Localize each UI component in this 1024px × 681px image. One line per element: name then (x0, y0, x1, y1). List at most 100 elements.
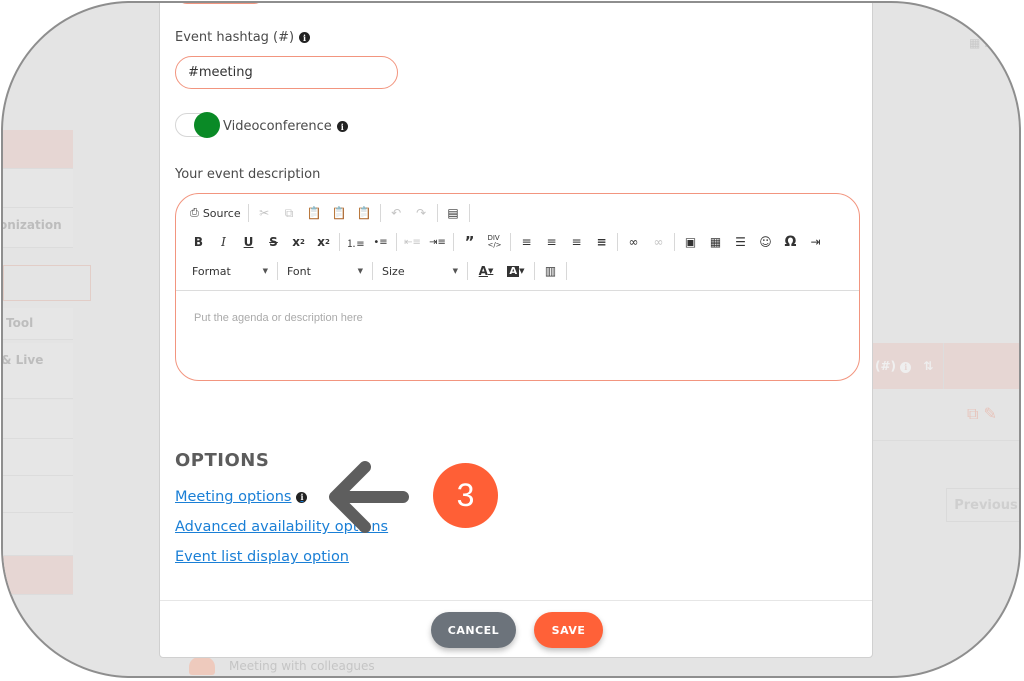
font-label: Font (287, 264, 311, 278)
description-label: Your event description (175, 167, 321, 182)
sidebar-item-tool: Tool (3, 308, 73, 340)
table-header-text: (#) (875, 359, 897, 373)
toolbar-row-3: Format ▼ Font ▼ Size ▼ A ▼ A ▼ ▥ (186, 261, 570, 281)
toolbar-separator (674, 233, 675, 251)
divider (176, 290, 859, 291)
toolbar-separator (396, 233, 397, 251)
copy-icon[interactable]: ⧉ (277, 203, 302, 223)
horizontal-line-icon[interactable]: ☰ (728, 232, 753, 252)
link-icon[interactable]: ∞ (621, 232, 646, 252)
hashtag-label: Event hashtag (#) i (175, 30, 311, 45)
background-sidebar: onization Tool & Live (3, 3, 91, 676)
subscript-icon[interactable]: x2 (286, 232, 311, 252)
italic-icon[interactable]: I (211, 232, 236, 252)
videoconference-toggle[interactable] (175, 112, 220, 138)
paste-word-icon[interactable]: 📋 (352, 203, 377, 223)
event-list-display-link[interactable]: Event list display option (175, 549, 349, 565)
toggle-knob (194, 112, 220, 138)
divider (160, 600, 872, 601)
event-name: Meeting with colleagues (229, 659, 375, 673)
previous-page-button: Previous (946, 488, 1019, 522)
paste-text-icon[interactable]: 📋 (327, 203, 352, 223)
table-icon[interactable]: ▦ (703, 232, 728, 252)
bold-icon[interactable]: B (186, 232, 211, 252)
indent-icon[interactable]: ⇥≡ (425, 232, 450, 252)
screenshot-frame: onization Tool & Live ▦ EN (#) i ⇅ ⧉ ✎ P… (1, 1, 1021, 678)
toolbar-separator (510, 233, 511, 251)
toolbar-separator (436, 204, 438, 222)
blockquote-icon[interactable]: ” (457, 232, 482, 252)
sidebar-item-live: & Live (3, 343, 73, 399)
format-dropdown[interactable]: Format ▼ (186, 265, 274, 278)
sidebar-item-label: onization (3, 218, 62, 232)
page-break-icon[interactable]: ⇥ (803, 232, 828, 252)
numbered-list-icon[interactable]: ⒈≡ (343, 232, 368, 252)
meeting-options-label[interactable]: Meeting options (175, 489, 291, 505)
sidebar-item (3, 169, 73, 208)
meeting-options-link[interactable]: Meeting options i (175, 489, 308, 505)
paste-icon[interactable]: 📋 (302, 203, 327, 223)
toolbar-separator (468, 204, 470, 222)
smiley-icon[interactable]: ☺ (753, 232, 778, 252)
chevron-down-icon: ▼ (357, 267, 363, 275)
background-color-icon[interactable]: A ▼ (501, 261, 531, 281)
unlink-icon[interactable]: ∞ (646, 232, 671, 252)
sidebar-item-organization: onization (3, 208, 73, 248)
align-left-icon[interactable]: ≡ (514, 232, 539, 252)
size-label: Size (382, 264, 405, 278)
previous-field-input[interactable] (176, 3, 265, 4)
outdent-icon[interactable]: ⇤≡ (400, 232, 425, 252)
redo-icon[interactable]: ↷ (409, 203, 434, 223)
arrow-left-icon (329, 461, 409, 533)
description-editor-area[interactable]: Put the agenda or description here (194, 312, 363, 324)
language-label: EN (984, 36, 1001, 50)
source-button[interactable]: ⎙ Source (186, 206, 245, 220)
info-icon[interactable]: i (299, 32, 311, 43)
save-button[interactable]: SAVE (534, 612, 603, 648)
flag-icon: ▦ (969, 36, 981, 50)
underline-icon[interactable]: U (236, 232, 261, 252)
format-label: Format (192, 264, 231, 278)
sidebar-item-active (3, 556, 73, 595)
sidebar-item (3, 439, 73, 476)
align-justify-icon[interactable]: ≡ (589, 232, 614, 252)
superscript-icon[interactable]: x2 (311, 232, 336, 252)
sidebar-item (3, 513, 73, 556)
cancel-button[interactable]: CANCEL (431, 612, 516, 648)
image-icon[interactable]: ▣ (678, 232, 703, 252)
pencil-icon: ✎ (983, 404, 997, 423)
background-event-row: Meeting with colleagues (189, 657, 375, 675)
templates-icon[interactable]: ▤ (441, 203, 466, 223)
align-right-icon[interactable]: ≡ (564, 232, 589, 252)
info-icon[interactable]: i (336, 121, 348, 132)
sidebar-item-active (3, 130, 73, 169)
strikethrough-icon[interactable]: S (261, 232, 286, 252)
size-dropdown[interactable]: Size ▼ (376, 265, 464, 278)
videoconference-label: Videoconference i (223, 119, 348, 134)
font-dropdown[interactable]: Font ▼ (281, 265, 369, 278)
text-color-icon[interactable]: A ▼ (471, 261, 501, 281)
background-input (3, 265, 91, 301)
source-label: Source (202, 206, 241, 220)
div-container-icon[interactable]: DIV </> (482, 232, 507, 252)
toolbar-separator (453, 233, 454, 251)
toolbar-separator (534, 262, 535, 280)
chevron-down-icon: ▼ (262, 267, 268, 275)
sidebar-item-label: Tool (6, 316, 34, 330)
step-number-badge: 3 (433, 463, 498, 528)
cut-icon[interactable]: ✂ (252, 203, 277, 223)
language-selector: ▦ EN (969, 36, 1001, 50)
toolbar-separator (566, 262, 567, 280)
table-header-label: (#) i ⇅ (875, 359, 933, 373)
copy-icon: ⧉ (967, 404, 979, 423)
undo-icon[interactable]: ↶ (384, 203, 409, 223)
align-center-icon[interactable]: ≡ (539, 232, 564, 252)
toolbar-row-1: ⎙ Source ✂ ⧉ 📋 📋 📋 ↶ ↷ ▤ (186, 203, 473, 223)
show-blocks-icon[interactable]: ▥ (538, 261, 563, 281)
special-char-icon[interactable]: Ω (778, 232, 803, 252)
bullet-list-icon[interactable]: •≡ (368, 232, 393, 252)
hashtag-input[interactable]: #meeting (175, 56, 398, 89)
info-icon[interactable]: i (296, 491, 308, 503)
info-icon: i (900, 361, 912, 373)
toolbar-separator (372, 262, 373, 280)
